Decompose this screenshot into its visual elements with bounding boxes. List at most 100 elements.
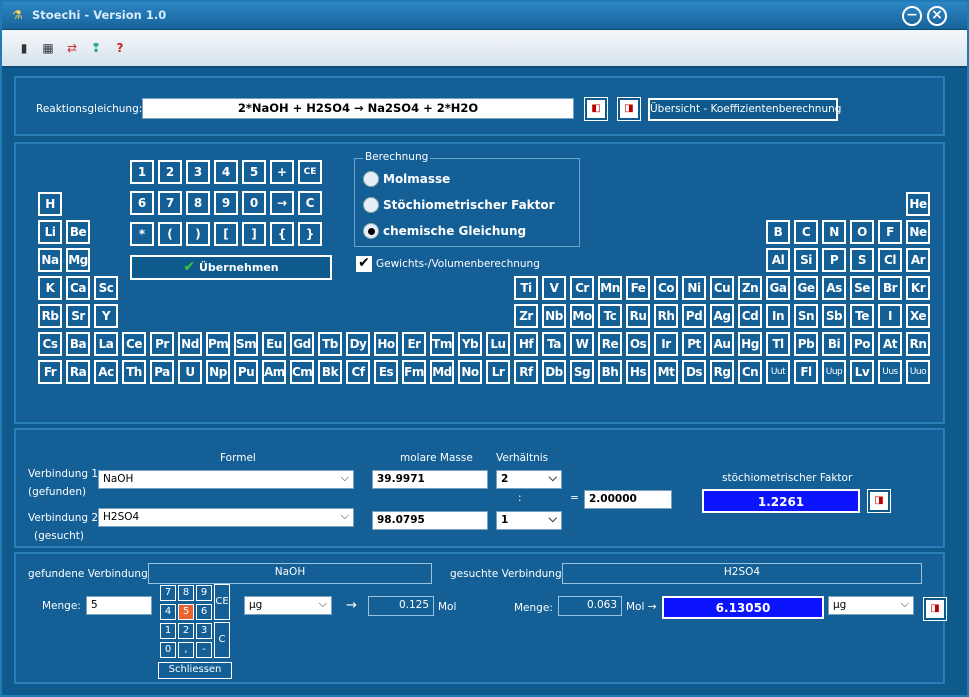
element-pt[interactable]: Pt	[682, 332, 706, 356]
exit-door-icon[interactable]: ▮	[16, 40, 32, 56]
keypad-key[interactable]: 9	[214, 191, 238, 215]
element-mn[interactable]: Mn	[598, 276, 622, 300]
keypad-key[interactable]: }	[298, 222, 322, 246]
element-lu[interactable]: Lu	[486, 332, 510, 356]
element-fr[interactable]: Fr	[38, 360, 62, 384]
export-icon[interactable]: ◨	[867, 489, 891, 513]
info-icon[interactable]: ❢	[88, 40, 104, 56]
numpad-key[interactable]: 1	[160, 623, 176, 639]
element-bi[interactable]: Bi	[822, 332, 846, 356]
element-rn[interactable]: Rn	[906, 332, 930, 356]
element-bk[interactable]: Bk	[318, 360, 342, 384]
reaction-equation-input[interactable]: 2*NaOH + H2SO4 → Na2SO4 + 2*H2O	[142, 98, 574, 119]
keypad-key[interactable]: 3	[186, 160, 210, 184]
keypad-key[interactable]: (	[158, 222, 182, 246]
element-tl[interactable]: Tl	[766, 332, 790, 356]
element-db[interactable]: Db	[542, 360, 566, 384]
element-pb[interactable]: Pb	[794, 332, 818, 356]
element-uut[interactable]: Uut	[766, 360, 790, 384]
numpad-key[interactable]: 4	[160, 604, 176, 620]
element-ra[interactable]: Ra	[66, 360, 90, 384]
close-numpad-button[interactable]: Schliessen	[158, 662, 232, 679]
element-cd[interactable]: Cd	[738, 304, 762, 328]
numpad-key[interactable]: 8	[178, 585, 194, 601]
element-rb[interactable]: Rb	[38, 304, 62, 328]
numpad-key[interactable]: ,	[178, 642, 194, 658]
element-eu[interactable]: Eu	[262, 332, 286, 356]
element-ca[interactable]: Ca	[66, 276, 90, 300]
import-icon[interactable]: ◨	[617, 97, 641, 121]
element-in[interactable]: In	[766, 304, 790, 328]
element-sr[interactable]: Sr	[66, 304, 90, 328]
element-no[interactable]: No	[458, 360, 482, 384]
element-ac[interactable]: Ac	[94, 360, 118, 384]
element-sn[interactable]: Sn	[794, 304, 818, 328]
element-cr[interactable]: Cr	[570, 276, 594, 300]
element-mo[interactable]: Mo	[570, 304, 594, 328]
element-cs[interactable]: Cs	[38, 332, 62, 356]
numpad-key[interactable]: 0	[160, 642, 176, 658]
element-as[interactable]: As	[822, 276, 846, 300]
keypad-key[interactable]: 2	[158, 160, 182, 184]
keypad-key[interactable]: 7	[158, 191, 182, 215]
element-os[interactable]: Os	[626, 332, 650, 356]
element-te[interactable]: Te	[850, 304, 874, 328]
keypad-key[interactable]: ]	[242, 222, 266, 246]
element-se[interactable]: Se	[850, 276, 874, 300]
element-ne[interactable]: Ne	[906, 220, 930, 244]
element-yb[interactable]: Yb	[458, 332, 482, 356]
element-uup[interactable]: Uup	[822, 360, 846, 384]
unit-in-select[interactable]: µg ⌵	[244, 596, 332, 615]
element-bh[interactable]: Bh	[598, 360, 622, 384]
keypad-key[interactable]: 0	[242, 191, 266, 215]
element-au[interactable]: Au	[710, 332, 734, 356]
menge-input[interactable]: 5	[86, 596, 152, 615]
element-ge[interactable]: Ge	[794, 276, 818, 300]
element-nb[interactable]: Nb	[542, 304, 566, 328]
element-xe[interactable]: Xe	[906, 304, 930, 328]
element-pr[interactable]: Pr	[150, 332, 174, 356]
radio-stoich-factor[interactable]	[363, 197, 379, 213]
element-fm[interactable]: Fm	[402, 360, 426, 384]
element-np[interactable]: Np	[206, 360, 230, 384]
element-ga[interactable]: Ga	[766, 276, 790, 300]
element-cm[interactable]: Cm	[290, 360, 314, 384]
element-hs[interactable]: Hs	[626, 360, 650, 384]
element-ho[interactable]: Ho	[374, 332, 398, 356]
element-md[interactable]: Md	[430, 360, 454, 384]
element-th[interactable]: Th	[122, 360, 146, 384]
numpad-ce[interactable]: CE	[214, 584, 230, 620]
element-re[interactable]: Re	[598, 332, 622, 356]
compound2-ratio-select[interactable]: 1 ⌵	[496, 511, 562, 530]
element-i[interactable]: I	[878, 304, 902, 328]
title-bar[interactable]: ⚗ Stoechi - Version 1.0 − ×	[2, 2, 967, 30]
close-button[interactable]: ×	[927, 6, 947, 26]
element-hg[interactable]: Hg	[738, 332, 762, 356]
element-ta[interactable]: Ta	[542, 332, 566, 356]
element-pm[interactable]: Pm	[206, 332, 230, 356]
numpad-key[interactable]: 3	[196, 623, 212, 639]
element-tc[interactable]: Tc	[598, 304, 622, 328]
keypad-key[interactable]: →	[270, 191, 294, 215]
element-v[interactable]: V	[542, 276, 566, 300]
help-icon[interactable]: ?	[112, 40, 128, 56]
swap-icon[interactable]: ⇄	[64, 40, 80, 56]
compound1-ratio-select[interactable]: 2 ⌵	[496, 470, 562, 489]
element-zn[interactable]: Zn	[738, 276, 762, 300]
element-ru[interactable]: Ru	[626, 304, 650, 328]
element-gd[interactable]: Gd	[290, 332, 314, 356]
element-hf[interactable]: Hf	[514, 332, 538, 356]
element-lr[interactable]: Lr	[486, 360, 510, 384]
element-pa[interactable]: Pa	[150, 360, 174, 384]
element-ir[interactable]: Ir	[654, 332, 678, 356]
keypad-key[interactable]: CE	[298, 160, 322, 184]
element-po[interactable]: Po	[850, 332, 874, 356]
element-h[interactable]: H	[38, 192, 62, 216]
element-am[interactable]: Am	[262, 360, 286, 384]
element-co[interactable]: Co	[654, 276, 678, 300]
table-icon[interactable]: ▦	[40, 40, 56, 56]
weight-volume-checkbox[interactable]: ✔	[356, 256, 372, 272]
element-er[interactable]: Er	[402, 332, 426, 356]
overview-button[interactable]: Übersicht - Koeffizientenberechnung	[648, 98, 841, 121]
element-li[interactable]: Li	[38, 220, 62, 244]
